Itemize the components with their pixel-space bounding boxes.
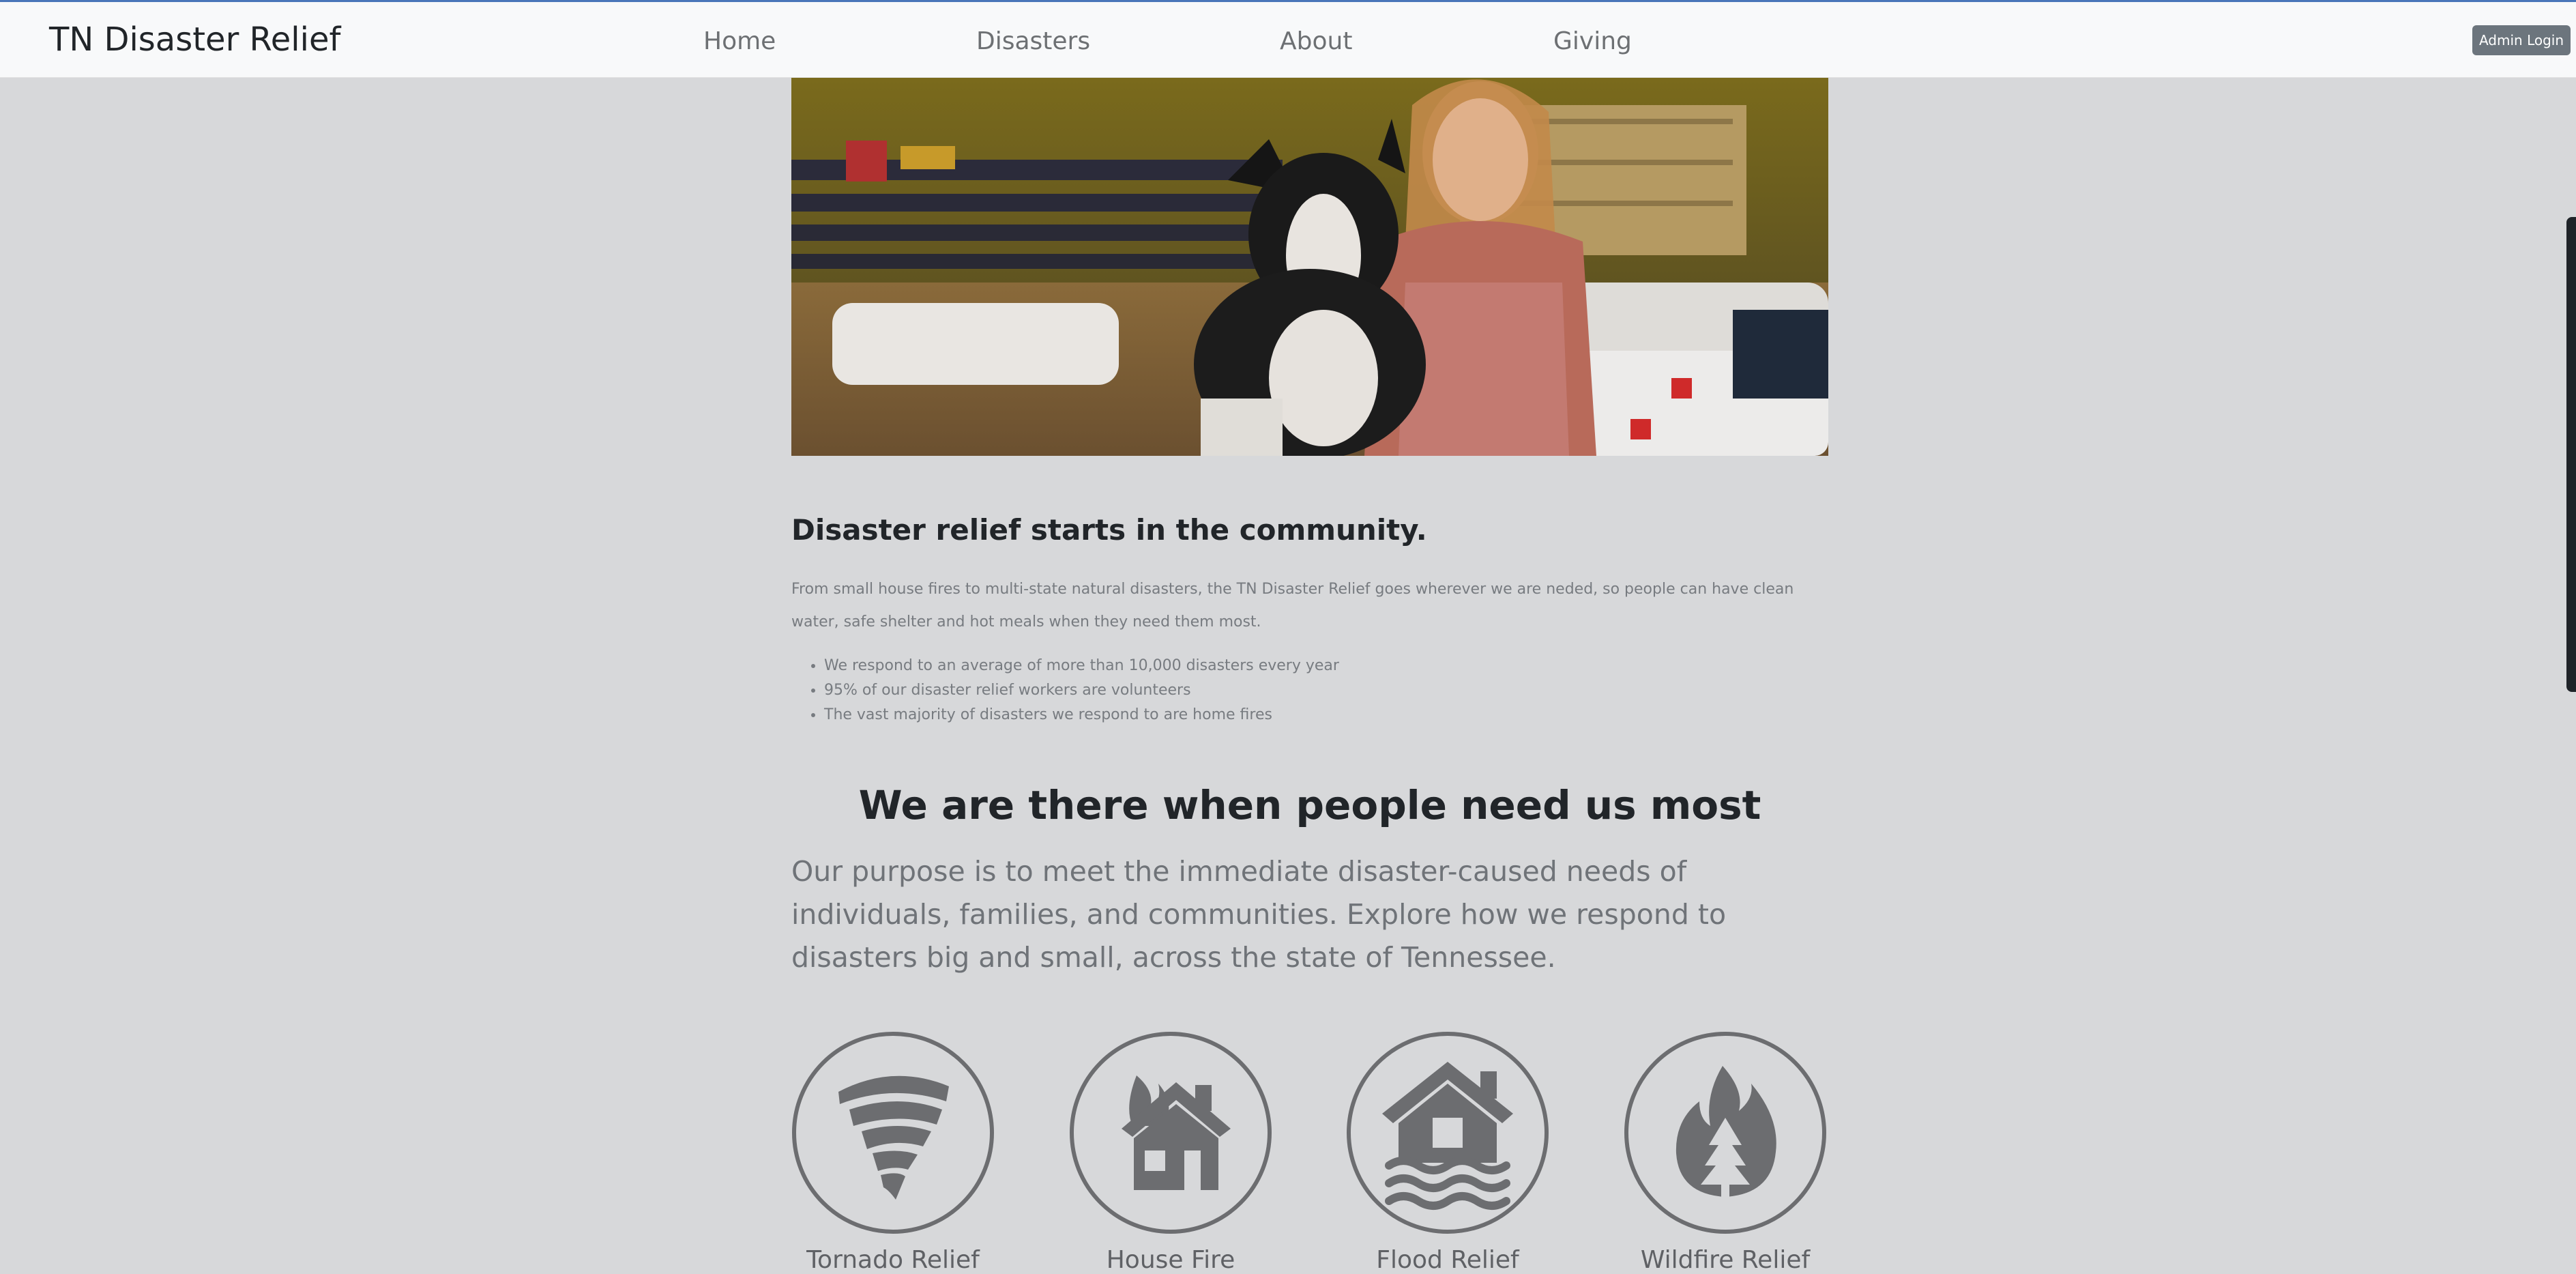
mission-body: Our purpose is to meet the immediate dis… <box>791 855 1727 974</box>
flood-icon[interactable] <box>1347 1032 1549 1234</box>
mission-title: We are there when people need us most <box>858 782 1761 828</box>
nav-about[interactable]: About <box>1280 27 1352 56</box>
hero-image <box>791 78 1828 456</box>
facts-list: We respond to an average of more than 10… <box>791 654 1339 727</box>
navbar: TN Disaster Relief Home Disasters About … <box>0 2 2576 78</box>
relief-label[interactable]: House Fire <box>1070 1246 1272 1274</box>
nav-giving[interactable]: Giving <box>1553 27 1632 56</box>
flood-relief-card[interactable]: Flood Relief <box>1347 1032 1549 1274</box>
nav-home[interactable]: Home <box>703 27 776 56</box>
admin-login-button[interactable]: Admin Login <box>2472 25 2571 55</box>
side-panel-tab[interactable] <box>2566 217 2576 692</box>
house-fire-card[interactable]: House Fire <box>1070 1032 1272 1274</box>
list-item: We respond to an average of more than 10… <box>824 654 1339 678</box>
wildfire-icon[interactable] <box>1624 1032 1826 1234</box>
house-fire-icon[interactable] <box>1070 1032 1272 1234</box>
relief-label[interactable]: Tornado Relief <box>792 1246 994 1274</box>
list-item: The vast majority of disasters we respon… <box>824 703 1339 727</box>
nav-disasters[interactable]: Disasters <box>976 27 1090 56</box>
tornado-icon[interactable] <box>792 1032 994 1234</box>
tornado-relief-card[interactable]: Tornado Relief <box>792 1032 994 1274</box>
intro-body: From small house fires to multi-state na… <box>791 581 1794 631</box>
relief-label[interactable]: Wildfire Relief <box>1624 1246 1826 1274</box>
list-item: 95% of our disaster relief workers are v… <box>824 678 1339 703</box>
wildfire-relief-card[interactable]: Wildfire Relief <box>1624 1032 1826 1274</box>
site-brand[interactable]: TN Disaster Relief <box>49 20 340 59</box>
intro-title: Disaster relief starts in the community. <box>791 513 1427 547</box>
relief-label[interactable]: Flood Relief <box>1347 1246 1549 1274</box>
